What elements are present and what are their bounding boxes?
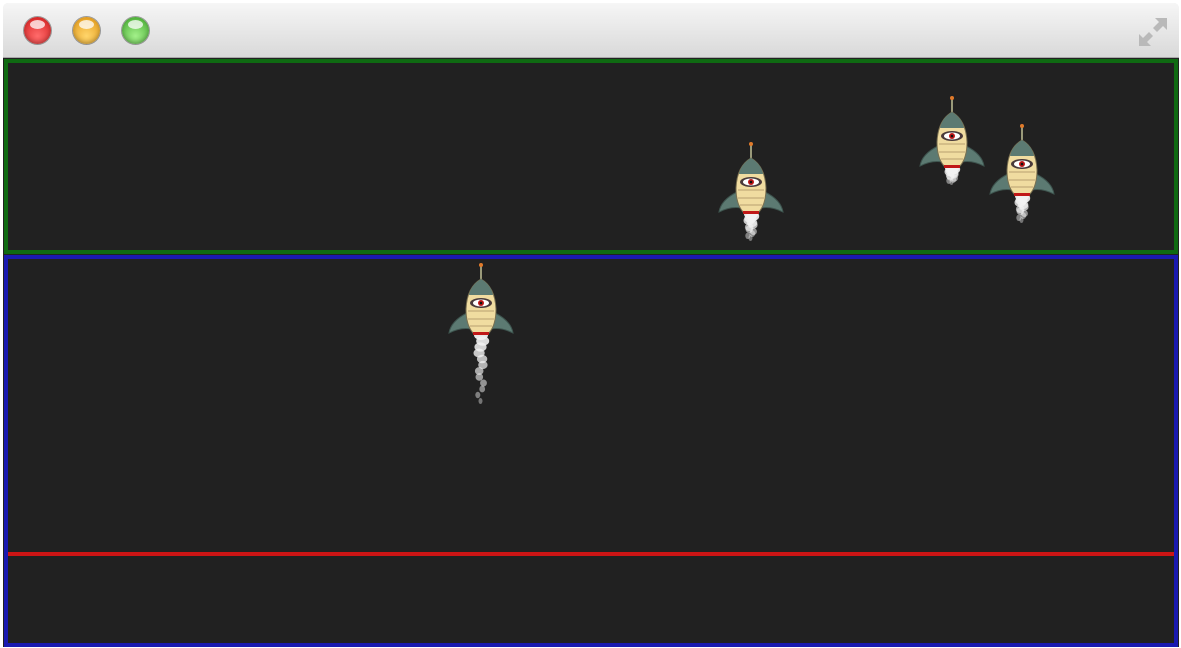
close-button[interactable]	[24, 17, 51, 44]
alien-rocket-icon	[441, 261, 521, 411]
alien-rocket-icon	[912, 94, 992, 244]
alien-rocket-icon	[711, 140, 791, 290]
deadline-line	[8, 552, 1174, 556]
alien-rocket-icon	[982, 122, 1062, 272]
app-window	[3, 3, 1179, 647]
lower-zone	[4, 255, 1178, 647]
minimize-button[interactable]	[73, 17, 100, 44]
title-bar[interactable]	[3, 3, 1179, 58]
zoom-button[interactable]	[122, 17, 149, 44]
game-canvas[interactable]	[3, 58, 1179, 647]
fullscreen-arrows-icon[interactable]	[1133, 12, 1173, 52]
